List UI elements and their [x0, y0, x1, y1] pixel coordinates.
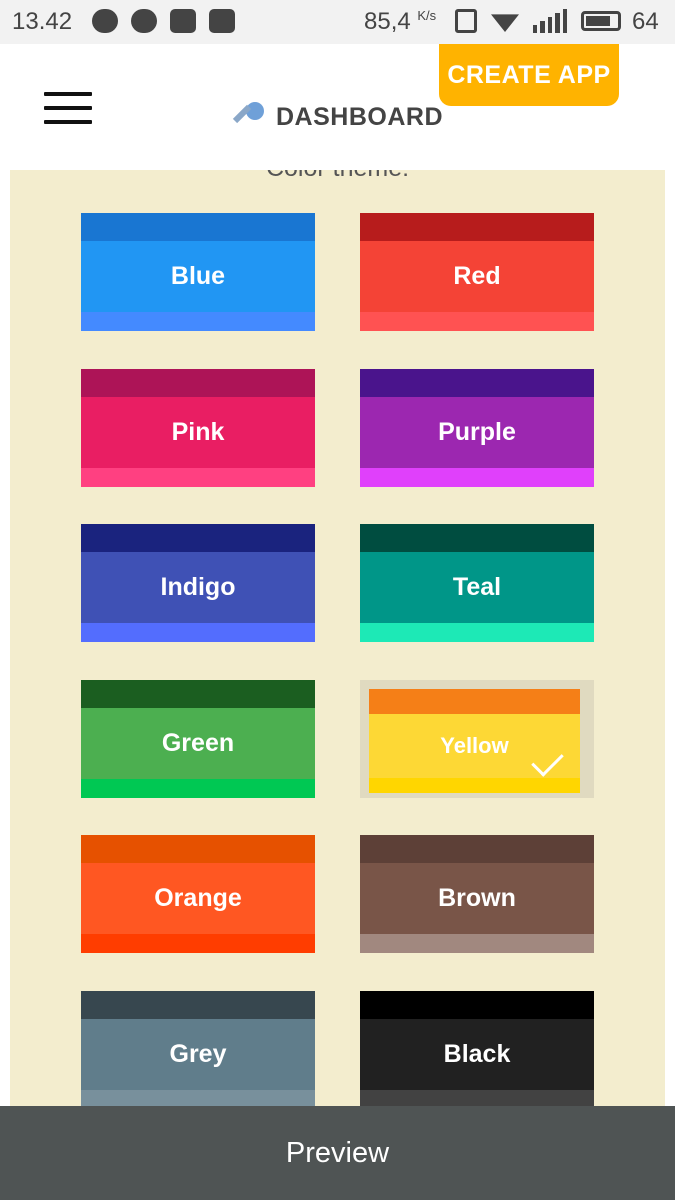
dashboard-label: DASHBOARD [276, 102, 443, 131]
theme-label: Orange [81, 863, 315, 934]
theme-swatch-bottom [360, 934, 594, 953]
theme-label: Teal [360, 552, 594, 623]
theme-swatch-bottom [360, 312, 594, 331]
theme-swatch-bottom [360, 1090, 594, 1106]
theme-swatch-bottom [360, 468, 594, 487]
theme-swatch-top [81, 991, 315, 1019]
theme-swatch-bottom [360, 623, 594, 642]
network-speed-unit: K/s [417, 8, 437, 23]
theme-label: Brown [360, 863, 594, 934]
theme-swatch-top [360, 991, 594, 1019]
theme-swatch-bottom [369, 778, 580, 793]
status-time: 13.42 [12, 8, 73, 35]
chat-icon [92, 9, 118, 33]
signal-4g-icon [533, 9, 568, 33]
theme-label: Purple [360, 397, 594, 468]
battery-level: 64 [632, 8, 659, 35]
theme-swatch-top [360, 524, 594, 552]
theme-option-brown[interactable]: Brown [360, 835, 594, 953]
check-icon [531, 744, 564, 777]
theme-swatch-bottom [81, 468, 315, 487]
theme-label: Yellow [369, 714, 580, 778]
battery-icon [581, 11, 621, 31]
system-icons [455, 9, 621, 33]
theme-swatch-top [81, 835, 315, 863]
line-app-icon [131, 9, 157, 33]
theme-option-blue[interactable]: Blue [81, 213, 315, 331]
menu-icon[interactable] [44, 92, 92, 126]
theme-label: Blue [81, 241, 315, 312]
theme-swatch-bottom [81, 934, 315, 953]
theme-option-indigo[interactable]: Indigo [81, 524, 315, 642]
theme-swatch-top [360, 369, 594, 397]
theme-option-grey[interactable]: Grey [81, 991, 315, 1106]
dashboard-link[interactable]: DASHBOARD [232, 100, 443, 134]
theme-option-black[interactable]: Black [360, 991, 594, 1106]
theme-swatch-top [81, 213, 315, 241]
theme-option-pink[interactable]: Pink [81, 369, 315, 487]
twitter-icon [209, 9, 235, 33]
network-speed: 85,4 K/s [364, 8, 436, 36]
theme-label: Grey [81, 1019, 315, 1090]
theme-swatch-top [81, 524, 315, 552]
theme-swatch-top [369, 689, 580, 714]
key-icon [232, 100, 266, 134]
theme-swatch-bottom [81, 312, 315, 331]
theme-option-purple[interactable]: Purple [360, 369, 594, 487]
preview-button[interactable]: Preview [0, 1106, 675, 1200]
theme-swatch-top [360, 835, 594, 863]
create-app-button[interactable]: CREATE APP [439, 44, 619, 106]
theme-swatch-top [360, 213, 594, 241]
theme-label: Red [360, 241, 594, 312]
theme-swatch-top [81, 680, 315, 708]
notification-icons [92, 9, 235, 33]
theme-swatch-bottom [81, 1090, 315, 1106]
theme-option-orange[interactable]: Orange [81, 835, 315, 953]
image-icon [170, 9, 196, 33]
wifi-icon [491, 14, 519, 32]
theme-option-yellow[interactable]: Yellow [360, 680, 594, 798]
theme-swatch-bottom [81, 779, 315, 798]
theme-label: Indigo [81, 552, 315, 623]
vibrate-icon [455, 9, 477, 33]
theme-option-green[interactable]: Green [81, 680, 315, 798]
theme-label: Pink [81, 397, 315, 468]
theme-option-teal[interactable]: Teal [360, 524, 594, 642]
color-theme-label: Color theme: [10, 170, 665, 183]
theme-swatch-top [81, 369, 315, 397]
network-speed-value: 85,4 [364, 8, 411, 35]
status-bar: 13.42 85,4 K/s 64 [0, 0, 675, 44]
theme-label: Black [360, 1019, 594, 1090]
theme-swatch-bottom [81, 623, 315, 642]
theme-option-red[interactable]: Red [360, 213, 594, 331]
theme-label: Green [81, 708, 315, 779]
theme-panel: Color theme: Blue Red Pink Purple Indigo Teal… [10, 170, 665, 1106]
